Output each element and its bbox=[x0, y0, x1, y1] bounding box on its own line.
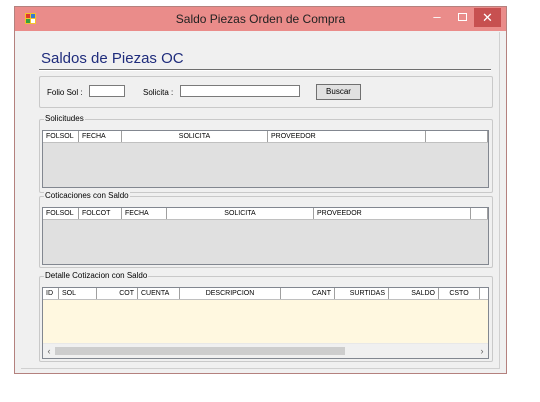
column-header[interactable]: FECHA bbox=[122, 208, 167, 219]
cotizaciones-title: Coticaciones con Saldo bbox=[44, 191, 130, 200]
maximize-button[interactable] bbox=[450, 7, 475, 27]
column-header[interactable]: FOLCOT bbox=[79, 208, 122, 219]
cotizaciones-list[interactable]: FOLSOL FOLCOT FECHA SOLICITA PROVEEDOR bbox=[42, 207, 489, 265]
detalle-list[interactable]: ID SOL COT CUENTA DESCRIPCION CANT SURTI… bbox=[42, 287, 489, 359]
column-header[interactable]: CANT bbox=[281, 288, 335, 299]
search-button[interactable]: Buscar bbox=[316, 84, 361, 100]
column-header[interactable]: PROVEEDOR bbox=[314, 208, 471, 219]
title-bar[interactable]: Saldo Piezas Orden de Compra – ✕ bbox=[15, 7, 506, 31]
solicitudes-title: Solicitudes bbox=[44, 114, 85, 123]
column-header[interactable]: ID bbox=[43, 288, 59, 299]
minimize-button[interactable]: – bbox=[424, 7, 450, 27]
detalle-header: ID SOL COT CUENTA DESCRIPCION CANT SURTI… bbox=[43, 288, 488, 300]
column-header[interactable]: DESCRIPCION bbox=[180, 288, 281, 299]
cotizaciones-header: FOLSOL FOLCOT FECHA SOLICITA PROVEEDOR bbox=[43, 208, 488, 220]
column-header[interactable]: SOLICITA bbox=[167, 208, 314, 219]
column-header[interactable]: SOLICITA bbox=[122, 131, 268, 142]
column-header[interactable]: SALDO bbox=[389, 288, 439, 299]
close-icon: ✕ bbox=[482, 10, 493, 25]
solicita-label: Solicita : bbox=[143, 88, 174, 97]
scroll-left-icon[interactable]: ‹ bbox=[43, 344, 55, 358]
minimize-icon: – bbox=[433, 9, 441, 24]
form-client-area: Saldos de Piezas OC Folio Sol : Solicita… bbox=[21, 32, 500, 369]
column-header[interactable]: SURTIDAS bbox=[335, 288, 389, 299]
column-header[interactable]: PROVEEDOR bbox=[268, 131, 426, 142]
solicitudes-header: FOLSOL FECHA SOLICITA PROVEEDOR bbox=[43, 131, 488, 143]
folio-label: Folio Sol : bbox=[47, 88, 83, 97]
horizontal-scrollbar[interactable]: ‹ › bbox=[43, 343, 488, 358]
solicita-input[interactable] bbox=[180, 85, 300, 97]
column-header[interactable]: FECHA bbox=[79, 131, 122, 142]
column-header[interactable]: FOLSOL bbox=[43, 208, 79, 219]
search-panel: Folio Sol : Solicita : Buscar bbox=[39, 76, 493, 108]
column-header[interactable]: SOL bbox=[59, 288, 97, 299]
column-header[interactable]: CUENTA bbox=[138, 288, 180, 299]
cotizaciones-group: Coticaciones con Saldo FOLSOL FOLCOT FEC… bbox=[39, 191, 493, 268]
column-header[interactable]: COT bbox=[97, 288, 138, 299]
column-header[interactable] bbox=[471, 208, 488, 219]
close-button[interactable]: ✕ bbox=[474, 8, 501, 27]
column-header[interactable]: CSTO bbox=[439, 288, 480, 299]
heading-divider bbox=[39, 69, 491, 71]
maximize-icon bbox=[458, 13, 467, 21]
solicitudes-list[interactable]: FOLSOL FECHA SOLICITA PROVEEDOR bbox=[42, 130, 489, 188]
scroll-right-icon[interactable]: › bbox=[476, 344, 488, 358]
folio-input[interactable] bbox=[89, 85, 125, 97]
detalle-group: Detalle Cotizacion con Saldo ID SOL COT … bbox=[39, 271, 493, 362]
scroll-thumb[interactable] bbox=[55, 347, 345, 355]
column-header[interactable]: FOLSOL bbox=[43, 131, 79, 142]
solicitudes-group: Solicitudes FOLSOL FECHA SOLICITA PROVEE… bbox=[39, 114, 493, 193]
column-header[interactable] bbox=[426, 131, 488, 142]
form-heading: Saldos de Piezas OC bbox=[41, 50, 184, 67]
app-window: Saldo Piezas Orden de Compra – ✕ Saldos … bbox=[14, 6, 507, 374]
detalle-title: Detalle Cotizacion con Saldo bbox=[44, 271, 149, 280]
